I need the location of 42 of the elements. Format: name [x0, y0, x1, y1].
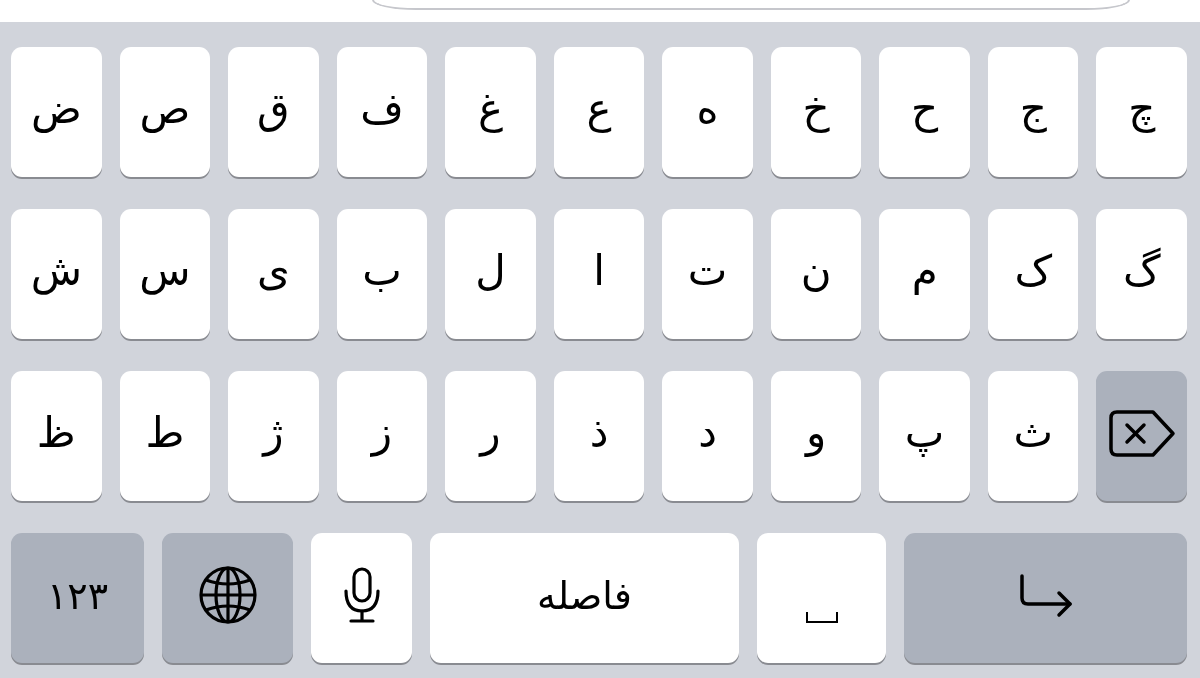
letter-key[interactable]: پ	[879, 371, 970, 501]
letter-key[interactable]: ط	[119, 371, 211, 501]
letter-key[interactable]: د	[662, 371, 753, 501]
letter-key[interactable]: و	[770, 371, 862, 501]
letter-key[interactable]: م	[879, 209, 970, 339]
letter-key[interactable]: ض	[11, 47, 102, 177]
letter-key[interactable]: ش	[11, 209, 102, 339]
microphone-icon	[341, 567, 382, 623]
letter-key[interactable]: س	[119, 209, 211, 339]
letter-key[interactable]: ب	[336, 209, 428, 339]
numbers-key[interactable]: ۱۲۳	[11, 533, 144, 663]
letter-key[interactable]: ج	[987, 47, 1079, 177]
letter-key[interactable]: ی	[228, 209, 319, 339]
letter-key[interactable]: ذ	[553, 371, 645, 501]
letter-key[interactable]: ر	[445, 371, 536, 501]
delete-key[interactable]	[1096, 371, 1187, 501]
letter-key[interactable]: ه	[662, 47, 753, 177]
letter-key[interactable]: ث	[987, 371, 1079, 501]
letter-key[interactable]: ق	[228, 47, 319, 177]
letter-key[interactable]: چ	[1096, 47, 1187, 177]
letter-key[interactable]: غ	[445, 47, 536, 177]
letter-key[interactable]: ص	[119, 47, 211, 177]
globe-icon	[198, 566, 257, 624]
letter-key[interactable]: ک	[987, 209, 1079, 339]
letter-key[interactable]: گ	[1096, 209, 1187, 339]
letter-key[interactable]: ژ	[228, 371, 319, 501]
delete-icon	[1108, 409, 1175, 457]
letter-key[interactable]: ع	[553, 47, 645, 177]
bracket-icon	[805, 612, 838, 623]
letter-key[interactable]: ت	[662, 209, 753, 339]
letter-key[interactable]: ح	[879, 47, 970, 177]
return-arrow-icon	[1018, 574, 1073, 616]
letter-key[interactable]: ز	[336, 371, 428, 501]
microphone-key[interactable]	[311, 533, 412, 663]
letter-key[interactable]: ل	[445, 209, 536, 339]
letter-key[interactable]: ف	[336, 47, 428, 177]
space-key[interactable]: فاصله	[430, 533, 739, 663]
letter-key[interactable]: ا	[553, 209, 645, 339]
letter-key[interactable]: ظ	[11, 371, 102, 501]
letter-key[interactable]: خ	[770, 47, 862, 177]
globe-key[interactable]	[162, 533, 293, 663]
letter-key[interactable]: ن	[770, 209, 862, 339]
